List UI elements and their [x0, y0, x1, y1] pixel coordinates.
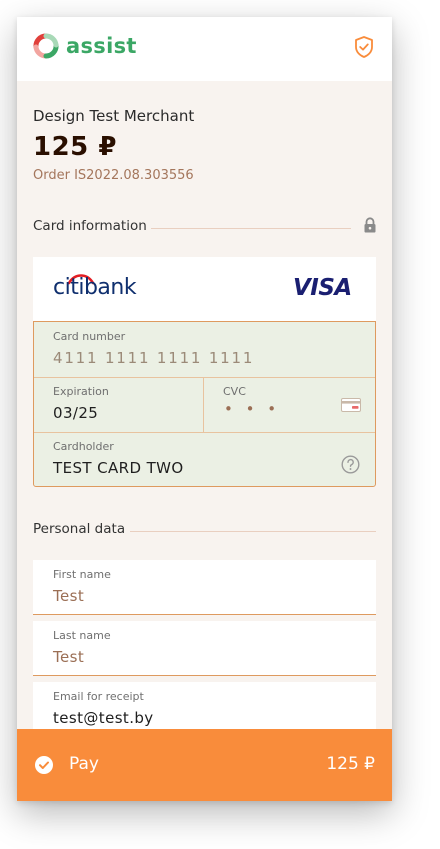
- assist-logo: assist: [33, 33, 137, 59]
- card-back-icon: [341, 398, 361, 412]
- pay-button-amount: 125 ₽: [326, 754, 375, 774]
- email-label: Email for receipt: [53, 690, 144, 703]
- card-number-field[interactable]: Card number 4111 1111 1111 1111: [34, 322, 375, 377]
- payment-amount: 125 ₽: [33, 132, 117, 162]
- cvc-input[interactable]: • • •: [224, 400, 280, 418]
- card-brand-panel: citibank VISA: [33, 257, 376, 321]
- shield-check-icon: [355, 36, 373, 58]
- header: assist: [17, 17, 392, 81]
- section-divider: [151, 228, 351, 229]
- expiration-input[interactable]: 03/25: [53, 404, 98, 422]
- expiration-field[interactable]: Expiration 03/25: [34, 377, 203, 432]
- visa-logo: VISA: [293, 275, 352, 301]
- card-number-label: Card number: [53, 330, 126, 343]
- email-input[interactable]: test@test.by: [53, 709, 154, 727]
- payment-page: assist Design Test Merchant 125 ₽ Order …: [17, 17, 392, 801]
- first-name-label: First name: [53, 568, 111, 581]
- card-number-input[interactable]: 4111 1111 1111 1111: [53, 349, 254, 367]
- expiration-label: Expiration: [53, 385, 109, 398]
- pay-button[interactable]: Pay 125 ₽: [17, 729, 392, 801]
- lock-icon: [364, 217, 376, 233]
- assist-logo-icon: [33, 33, 59, 59]
- brand-name: assist: [66, 34, 137, 58]
- check-circle-icon: [35, 756, 53, 774]
- cardholder-label: Cardholder: [53, 440, 114, 453]
- card-form: Card number 4111 1111 1111 1111 Expirati…: [33, 321, 376, 487]
- pay-button-label: Pay: [69, 754, 99, 774]
- last-name-label: Last name: [53, 629, 111, 642]
- citibank-logo: citibank: [53, 275, 137, 300]
- first-name-input[interactable]: Test: [53, 587, 84, 605]
- last-name-input[interactable]: Test: [53, 648, 84, 666]
- card-section-title: Card information: [33, 218, 147, 234]
- merchant-name: Design Test Merchant: [33, 107, 195, 125]
- order-number: Order IS2022.08.303556: [33, 168, 194, 183]
- cardholder-field[interactable]: Cardholder TEST CARD TWO: [34, 432, 375, 487]
- first-name-field[interactable]: First name Test: [33, 560, 376, 615]
- personal-section-title: Personal data: [33, 521, 126, 537]
- cvc-label: CVC: [223, 385, 246, 398]
- help-icon[interactable]: [341, 455, 360, 474]
- section-divider: [130, 531, 376, 532]
- cardholder-input[interactable]: TEST CARD TWO: [53, 459, 184, 477]
- last-name-field[interactable]: Last name Test: [33, 621, 376, 676]
